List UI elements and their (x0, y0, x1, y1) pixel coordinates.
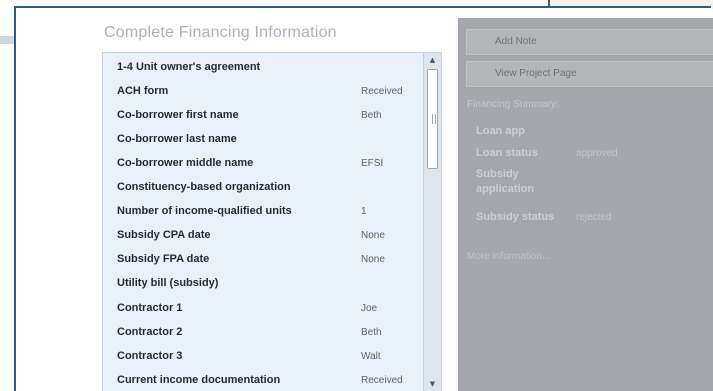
list-item[interactable]: Co-borrower last name (103, 127, 421, 151)
summary-value: rejected (576, 212, 612, 223)
field-label: Current income documentation (117, 374, 281, 386)
scroll-thumb[interactable] (427, 69, 438, 169)
list-item[interactable]: Constituency-based organization (103, 175, 421, 199)
summary-label: Subsidy status (476, 211, 555, 223)
financing-list[interactable]: 1-4 Unit owner's agreement ACH form Rece… (102, 52, 442, 391)
list-item[interactable]: Number of income-qualified units 1 (103, 199, 421, 223)
field-value: Received (361, 85, 403, 97)
field-value: None (361, 229, 385, 241)
field-label: Co-borrower middle name (117, 157, 254, 169)
field-label: Contractor 2 (117, 326, 183, 338)
summary-label: Loan app (476, 125, 525, 137)
field-label: Subsidy CPA date (117, 229, 211, 241)
financing-summary-title: Financing Summary: (467, 99, 559, 110)
field-label: Contractor 3 (117, 350, 183, 362)
field-value: Beth (361, 109, 382, 121)
field-label: ACH form (117, 85, 169, 97)
field-value: None (361, 253, 385, 265)
list-item[interactable]: Contractor 1 Joe (103, 296, 421, 320)
list-item[interactable]: Utility bill (subsidy) (103, 271, 421, 295)
field-value: Received (361, 374, 403, 386)
field-value: Beth (361, 326, 382, 338)
scroll-up-icon[interactable]: ▲ (424, 53, 441, 67)
list-item[interactable]: Subsidy CPA date None (103, 223, 421, 247)
list-item[interactable]: Co-borrower first name Beth (103, 103, 421, 127)
field-label: Co-borrower last name (117, 133, 237, 145)
list-item[interactable]: 1-4 Unit owner's agreement (103, 55, 421, 79)
field-label: 1-4 Unit owner's agreement (117, 61, 261, 73)
summary-label: Subsidy application (476, 168, 535, 195)
field-value: EFSI (361, 157, 384, 169)
list-item[interactable]: Contractor 2 Beth (103, 320, 421, 344)
summary-value: approved (576, 148, 618, 159)
financing-panel-title: Complete Financing Information (104, 24, 337, 41)
field-value: 1 (361, 205, 367, 217)
list-item[interactable]: Subsidy FPA date None (103, 247, 421, 271)
field-label: Constituency-based organization (117, 181, 291, 193)
field-label: Contractor 1 (117, 302, 183, 314)
field-label: Subsidy FPA date (117, 253, 210, 265)
field-label: Co-borrower first name (117, 109, 239, 121)
summary-label: Loan status (476, 147, 538, 159)
field-label: Number of income-qualified units (117, 205, 292, 217)
add-note-button[interactable]: Add Note (466, 29, 713, 55)
list-item[interactable]: Current income documentation Received (103, 368, 421, 391)
scroll-down-icon[interactable]: ▼ (424, 377, 441, 391)
vertical-scrollbar[interactable]: ▲ ▼ (423, 53, 441, 391)
more-information-link[interactable]: More information... (467, 251, 550, 262)
list-item[interactable]: ACH form Received (103, 79, 421, 103)
view-project-button[interactable]: View Project Page (466, 61, 713, 87)
grip-icon (432, 114, 436, 124)
field-value: Walt (361, 350, 381, 362)
list-item[interactable]: Co-borrower middle name EFSI (103, 151, 421, 175)
view-project-label: View Project Page (495, 68, 577, 79)
list-item[interactable]: Contractor 3 Walt (103, 344, 421, 368)
field-label: Utility bill (subsidy) (117, 277, 219, 289)
add-note-label: Add Note (495, 36, 537, 47)
field-value: Joe (361, 302, 378, 314)
